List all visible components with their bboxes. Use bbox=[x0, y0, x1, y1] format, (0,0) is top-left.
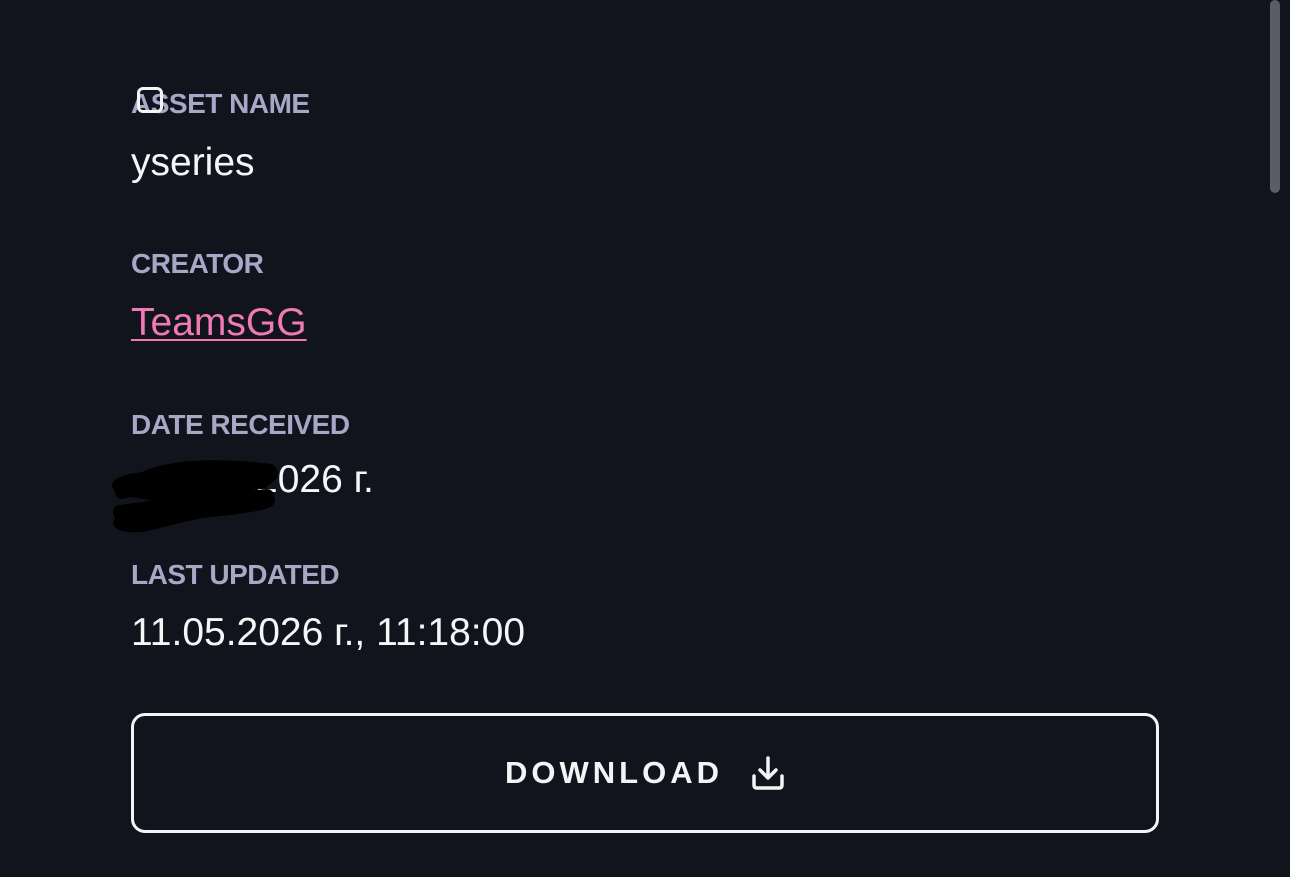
download-icon bbox=[752, 756, 784, 790]
asset-name-value: yseries bbox=[131, 141, 255, 184]
creator-label: CREATOR bbox=[131, 248, 264, 279]
redaction-scribble bbox=[111, 460, 278, 533]
last-updated-label: LAST UPDATED bbox=[131, 559, 340, 590]
download-label: DOWNLOAD bbox=[505, 755, 723, 790]
date-received-label: DATE RECEIVED bbox=[131, 409, 350, 440]
download-button[interactable]: DOWNLOAD bbox=[131, 713, 1159, 833]
scrollbar-thumb[interactable] bbox=[1270, 0, 1280, 193]
creator-value: TeamsGG bbox=[131, 300, 307, 346]
creator-link[interactable]: TeamsGG bbox=[131, 301, 307, 344]
select-checkbox[interactable] bbox=[137, 87, 163, 113]
last-updated-value: 11.05.2026 г., 11:18:00 bbox=[131, 611, 526, 654]
